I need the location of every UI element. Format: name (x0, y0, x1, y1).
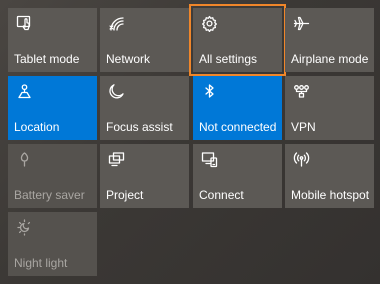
tablet-mode-icon (16, 15, 33, 32)
battery-saver-label: Battery saver (14, 188, 85, 202)
tablet-mode-tile[interactable]: Tablet mode (8, 8, 97, 72)
project-icon (108, 151, 125, 168)
connect-label: Connect (199, 188, 244, 202)
network-tile[interactable]: Network (100, 8, 189, 72)
mobile-hotspot-label: Mobile hotspot (291, 188, 370, 202)
quick-actions-panel: Tablet mode Network All settings Airplan… (0, 0, 380, 284)
tablet-mode-label: Tablet mode (14, 52, 80, 66)
bluetooth-icon (201, 83, 218, 100)
night-light-tile[interactable]: Night light (8, 212, 97, 276)
gear-icon (201, 15, 218, 33)
all-settings-label: All settings (199, 52, 258, 66)
bluetooth-tile[interactable]: Not connected (193, 76, 282, 140)
focus-assist-label: Focus assist (106, 120, 173, 134)
connect-tile[interactable]: Connect (193, 144, 282, 208)
battery-saver-tile[interactable]: Battery saver (8, 144, 97, 208)
focus-assist-tile[interactable]: Focus assist (100, 76, 189, 140)
project-tile[interactable]: Project (100, 144, 189, 208)
bluetooth-label: Not connected (199, 120, 277, 134)
night-light-label: Night light (14, 256, 68, 270)
airplane-icon (293, 15, 310, 32)
network-icon (108, 15, 125, 32)
airplane-mode-label: Airplane mode (291, 52, 369, 66)
network-label: Network (106, 52, 151, 66)
vpn-tile[interactable]: VPN (285, 76, 374, 140)
mobile-hotspot-icon (293, 151, 310, 168)
all-settings-tile[interactable]: All settings (189, 4, 286, 76)
battery-saver-icon (16, 151, 33, 168)
project-label: Project (106, 188, 144, 202)
connect-icon (201, 151, 218, 168)
airplane-mode-tile[interactable]: Airplane mode (285, 8, 374, 72)
vpn-label: VPN (291, 120, 316, 134)
location-tile[interactable]: Location (8, 76, 97, 140)
vpn-icon (293, 83, 310, 100)
night-light-icon (16, 219, 33, 236)
mobile-hotspot-tile[interactable]: Mobile hotspot (285, 144, 374, 208)
moon-icon (108, 83, 125, 100)
location-icon (16, 83, 33, 100)
location-label: Location (14, 120, 60, 134)
